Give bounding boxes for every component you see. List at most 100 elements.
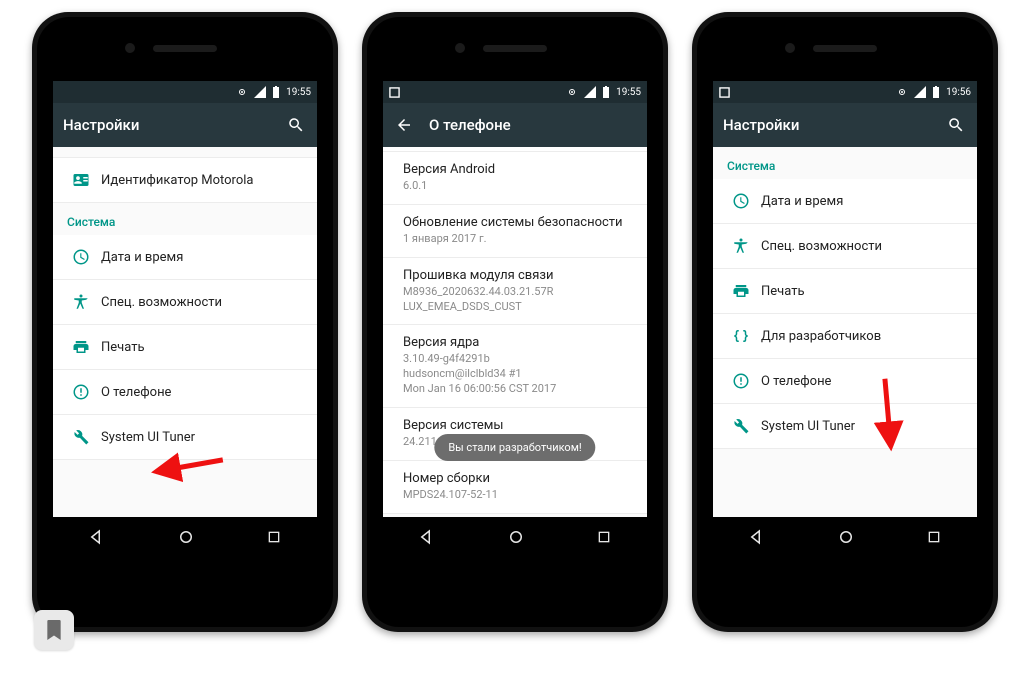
battery-icon: [272, 86, 280, 98]
search-icon[interactable]: [945, 116, 967, 134]
info-icon: [67, 383, 95, 401]
row-title: Версия ядра: [403, 335, 627, 350]
status-time: 19:55: [286, 87, 311, 98]
location-icon: [236, 86, 248, 98]
settings-row[interactable]: Дата и время: [53, 235, 317, 280]
nav-recent-icon[interactable]: [266, 529, 282, 545]
toast-message: Вы стали разработчиком!: [434, 434, 595, 461]
nav-back-icon[interactable]: [88, 528, 106, 546]
clock-icon: [727, 192, 755, 210]
nav-recent-icon[interactable]: [926, 529, 942, 545]
appbar-title: Настройки: [723, 116, 945, 134]
device-screen: 19:55 Настройки Идентификатор Motorola Сист…: [53, 81, 317, 557]
row-title: О телефоне: [761, 374, 957, 389]
back-icon[interactable]: [393, 116, 415, 134]
print-icon: [67, 338, 95, 356]
phone-mockup: 19:55 Настройки Идентификатор Motorola Сист…: [32, 12, 338, 632]
section-label: Система: [53, 203, 317, 235]
nav-back-icon[interactable]: [748, 528, 766, 546]
info-icon: [727, 372, 755, 390]
settings-row[interactable]: Для разработчиков: [713, 314, 977, 359]
id-card-icon: [67, 171, 95, 189]
status-bar: 19:55: [383, 81, 647, 103]
row-title: Версия системы: [403, 418, 627, 433]
clock-icon: [67, 248, 95, 266]
row-subtitle: MPDS24.107-52-11: [403, 488, 627, 503]
location-icon: [896, 86, 908, 98]
app-bar: Настройки: [713, 103, 977, 147]
settings-row[interactable]: Спец. возможности: [713, 224, 977, 269]
settings-row[interactable]: Идентификатор Motorola: [53, 158, 317, 203]
phone-mockup: 19:55 О телефоне Версия Android 6.0.1 Обновл…: [362, 12, 668, 632]
row-subtitle: 3.10.49-g4f4291b hudsoncm@ilclbld34 #1 M…: [403, 352, 627, 397]
wrench-icon: [67, 428, 95, 446]
navigation-bar: [383, 517, 647, 557]
row-subtitle: M8936_2020632.44.03.21.57R LUX_EMEA_DSDS…: [403, 285, 627, 315]
appbar-title: Настройки: [63, 116, 285, 134]
nav-home-icon[interactable]: [177, 528, 195, 546]
row-title: О телефоне: [101, 385, 297, 400]
settings-row[interactable]: System UI Tuner: [53, 415, 317, 460]
battery-icon: [602, 86, 610, 98]
settings-row[interactable]: Печать: [53, 325, 317, 370]
battery-icon: [932, 86, 940, 98]
status-bar: 19:56: [713, 81, 977, 103]
status-time: 19:56: [946, 87, 971, 98]
location-icon: [566, 86, 578, 98]
settings-list[interactable]: Версия Android 6.0.1 Обновление системы бе…: [383, 147, 647, 517]
wrench-icon: [727, 417, 755, 435]
phone-mockup: 19:56 Настройки Система Дата и время Спец. в…: [692, 12, 998, 632]
accessibility-icon: [67, 293, 95, 311]
device-screen: 19:55 О телефоне Версия Android 6.0.1 Обновл…: [383, 81, 647, 557]
row-title: Дата и время: [101, 250, 297, 265]
section-label: Система: [713, 147, 977, 179]
search-icon[interactable]: [285, 116, 307, 134]
nav-home-icon[interactable]: [837, 528, 855, 546]
info-row[interactable]: Версия Android 6.0.1: [383, 152, 647, 205]
braces-icon: [727, 327, 755, 345]
settings-row[interactable]: Печать: [713, 269, 977, 314]
status-time: 19:55: [616, 87, 641, 98]
row-title: Для разработчиков: [761, 329, 957, 344]
bookmark-badge: [34, 610, 74, 650]
row-title: System UI Tuner: [761, 419, 957, 434]
app-bar: О телефоне: [383, 103, 647, 147]
nav-back-icon[interactable]: [418, 528, 436, 546]
row-title: Спец. возможности: [761, 239, 957, 254]
settings-row[interactable]: О телефоне: [713, 359, 977, 404]
row-title: Печать: [761, 284, 957, 299]
row-title: Печать: [101, 340, 297, 355]
status-bar: 19:55: [53, 81, 317, 103]
signal-icon: [254, 86, 266, 98]
device-screen: 19:56 Настройки Система Дата и время Спец. в…: [713, 81, 977, 557]
row-title: Номер сборки: [403, 471, 627, 486]
settings-row[interactable]: Дата и время: [713, 179, 977, 224]
info-row[interactable]: Версия ядра 3.10.49-g4f4291b hudsoncm@ilc…: [383, 325, 647, 408]
settings-row[interactable]: System UI Tuner: [713, 404, 977, 449]
info-row[interactable]: Обновление системы безопасности 1 января …: [383, 205, 647, 258]
settings-list[interactable]: Идентификатор Motorola Система Дата и врем…: [53, 147, 317, 517]
settings-list[interactable]: Система Дата и время Спец. возможности Печа…: [713, 147, 977, 517]
notification-icon: [389, 87, 400, 98]
navigation-bar: [713, 517, 977, 557]
row-title: Обновление системы безопасности: [403, 215, 627, 230]
signal-icon: [914, 86, 926, 98]
row-title: Идентификатор Motorola: [101, 173, 297, 188]
accessibility-icon: [727, 237, 755, 255]
print-icon: [727, 282, 755, 300]
app-bar: Настройки: [53, 103, 317, 147]
settings-row[interactable]: Спец. возможности: [53, 280, 317, 325]
row-title: Прошивка модуля связи: [403, 268, 627, 283]
navigation-bar: [53, 517, 317, 557]
row-title: Спец. возможности: [101, 295, 297, 310]
info-row[interactable]: Прошивка модуля связи M8936_2020632.44.03…: [383, 258, 647, 326]
appbar-title: О телефоне: [429, 116, 637, 134]
row-subtitle: 6.0.1: [403, 179, 627, 194]
nav-home-icon[interactable]: [507, 528, 525, 546]
row-subtitle: 1 января 2017 г.: [403, 232, 627, 247]
nav-recent-icon[interactable]: [596, 529, 612, 545]
row-title: Дата и время: [761, 194, 957, 209]
info-row[interactable]: Номер сборки MPDS24.107-52-11: [383, 461, 647, 514]
settings-row[interactable]: О телефоне: [53, 370, 317, 415]
row-title: Версия Android: [403, 162, 627, 177]
